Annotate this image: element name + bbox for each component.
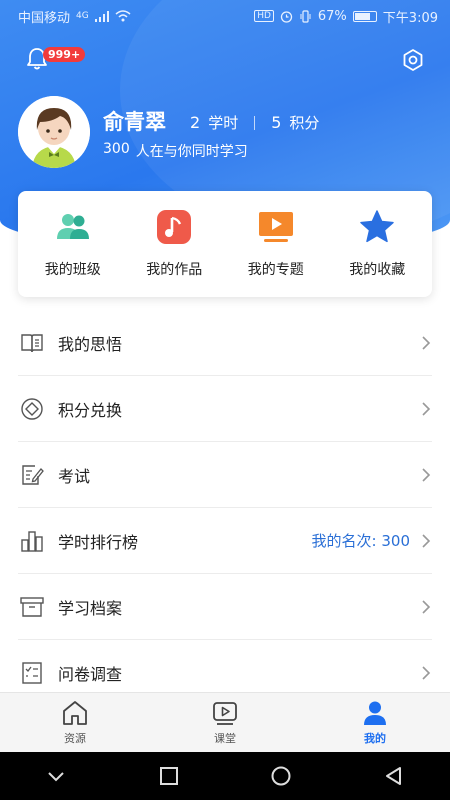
star-icon: [360, 210, 394, 243]
recent-apps-icon[interactable]: [158, 765, 180, 787]
back-icon[interactable]: [383, 765, 405, 787]
quick-link-my-topics[interactable]: 我的专题: [228, 209, 324, 279]
exam-icon: [22, 464, 44, 485]
exchange-icon: [21, 397, 43, 420]
notification-badge: 999+: [43, 47, 86, 62]
quick-link-label: 我的专题: [247, 262, 304, 278]
chevron-right-icon: [422, 467, 431, 482]
settings-icon[interactable]: [401, 48, 425, 72]
quick-link-my-favorites[interactable]: 我的收藏: [329, 209, 425, 279]
signal-icon: [94, 10, 109, 22]
avatar[interactable]: [18, 96, 90, 168]
battery-icon: [352, 10, 377, 22]
survey-icon: [22, 662, 42, 684]
online-count: 300: [103, 141, 130, 157]
music-note-icon: [157, 210, 192, 244]
menu-item-exam[interactable]: 考试: [18, 442, 432, 508]
quick-link-label: 我的班级: [44, 262, 101, 278]
chevron-right-icon: [422, 533, 431, 548]
book-icon: [21, 333, 43, 352]
menu-item-study-archive[interactable]: 学习档案: [18, 574, 432, 640]
profile-icon: [364, 701, 386, 725]
quick-link-my-class[interactable]: 我的班级: [25, 209, 121, 279]
menu-label: 学习档案: [58, 598, 123, 618]
chevron-right-icon: [422, 401, 431, 416]
bottom-tab-bar: 资源 课堂 我的: [0, 692, 450, 752]
wifi-icon: [115, 10, 131, 22]
study-hours-value: 2: [190, 113, 201, 132]
home-button-icon[interactable]: [270, 765, 292, 787]
tab-mine[interactable]: 我的: [325, 699, 425, 746]
user-name: 俞青翠: [103, 110, 166, 134]
tab-label: 资源: [64, 732, 86, 745]
menu-item-ranking[interactable]: 学时排行榜 我的名次: 300: [18, 508, 432, 574]
tab-label: 课堂: [214, 732, 236, 745]
menu-label: 学时排行榜: [58, 532, 139, 552]
quick-link-label: 我的作品: [146, 262, 203, 278]
online-learners: 300 人在与你同时学习: [103, 141, 248, 161]
tab-resources[interactable]: 资源: [25, 699, 125, 746]
user-stats: 2 学时 5 积分: [190, 112, 319, 133]
quick-link-my-works[interactable]: 我的作品: [126, 209, 222, 279]
avatar-illustration: [18, 96, 90, 168]
stats-divider: [254, 115, 256, 130]
vibrate-icon: [300, 9, 311, 23]
battery-percent: 67%: [317, 8, 347, 24]
points-value: 5: [271, 113, 282, 132]
chevron-down-icon[interactable]: [45, 765, 67, 787]
video-play-icon: [258, 212, 293, 242]
system-navigation-bar: [0, 752, 450, 800]
tab-label: 我的: [364, 732, 386, 745]
chevron-right-icon: [422, 666, 431, 680]
menu-item-reflections[interactable]: 我的思悟: [18, 310, 432, 376]
my-rank-text: 我的名次: 300: [311, 532, 410, 550]
online-text: 人在与你同时学习: [135, 144, 248, 160]
clock-time: 下午3:09: [382, 10, 438, 26]
classroom-icon: [213, 702, 237, 725]
points-label: 积分: [289, 114, 320, 132]
status-bar: 中国移动 4G HD 67% 下午3:09: [0, 0, 450, 32]
tab-classroom[interactable]: 课堂: [175, 699, 275, 746]
ranking-icon: [21, 530, 43, 552]
quick-link-label: 我的收藏: [349, 262, 406, 278]
hd-badge: HD: [254, 10, 274, 22]
home-icon: [63, 701, 87, 725]
menu-label: 积分兑换: [58, 400, 123, 420]
menu-label: 考试: [58, 466, 91, 486]
carrier-label: 中国移动: [18, 10, 71, 26]
chevron-right-icon: [422, 335, 431, 350]
menu-label: 问卷调查: [58, 665, 123, 684]
quick-links-card: 我的班级 我的作品 我的专题 我的收藏: [18, 191, 432, 297]
profile-menu: 我的思悟 积分兑换 考试 学时排行榜 我的名次: 300 学习档案 问卷调查: [0, 310, 450, 706]
study-hours-label: 学时: [208, 114, 239, 132]
alarm-icon: [280, 10, 293, 23]
network-label: 4G: [76, 10, 89, 21]
class-icon: [56, 214, 89, 239]
chevron-right-icon: [422, 599, 431, 614]
archive-icon: [20, 596, 44, 617]
menu-label: 我的思悟: [58, 334, 123, 354]
menu-item-points-exchange[interactable]: 积分兑换: [18, 376, 432, 442]
